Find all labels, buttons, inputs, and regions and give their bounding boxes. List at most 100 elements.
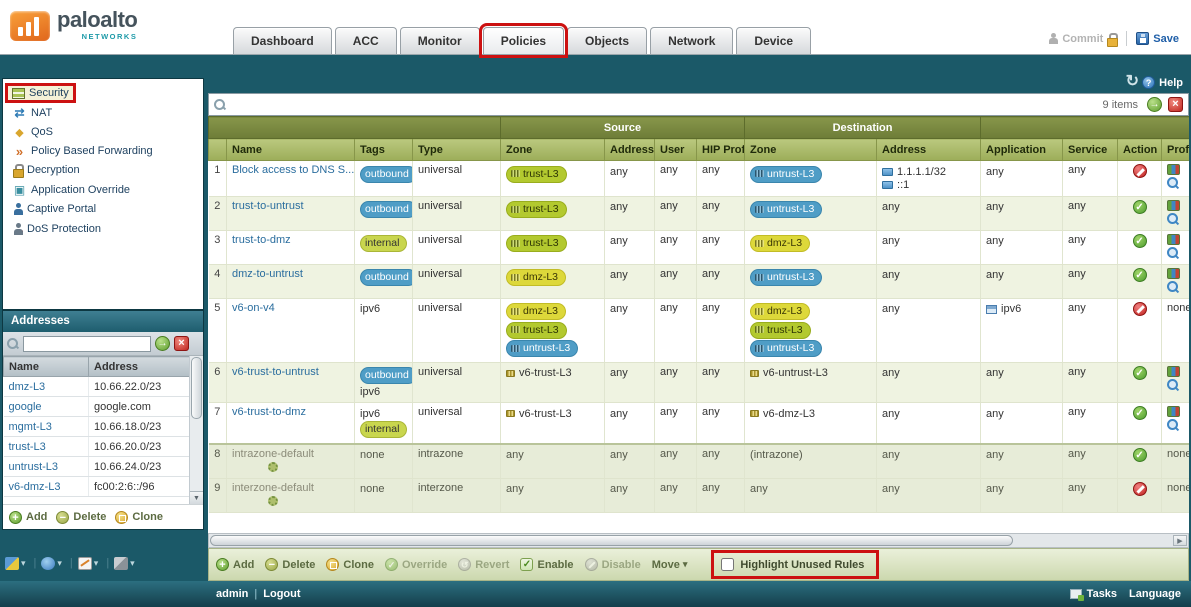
rule-row[interactable]: 9interzone-defaultnoneinterzoneanyanyany… <box>209 478 1190 512</box>
zones-menu-button[interactable]: ▾ <box>5 557 29 570</box>
sidebar-item-application-override[interactable]: Application Override <box>3 181 203 200</box>
address-row[interactable]: dmz-L310.66.22.0/23 <box>4 377 191 397</box>
add-button[interactable]: Add <box>9 511 47 524</box>
rule-row[interactable]: 4dmz-to-untrustoutbounduniversaldmz-L3an… <box>209 264 1190 298</box>
column-header-address[interactable]: Address <box>605 139 655 161</box>
tab-device[interactable]: Device <box>736 27 811 54</box>
column-header-address[interactable]: Address <box>877 139 981 161</box>
gear-icon[interactable] <box>268 496 278 506</box>
security-profiles-icon[interactable] <box>1167 200 1180 211</box>
address-row[interactable]: v6-dmz-L3fc00:2:6::/96 <box>4 477 191 497</box>
tab-acc[interactable]: ACC <box>335 27 397 54</box>
magnifier-icon[interactable] <box>1167 379 1180 392</box>
horizontal-scrollbar[interactable]: ▶ <box>208 533 1189 548</box>
scroll-down-arrow-icon[interactable]: ▼ <box>190 491 203 504</box>
column-header-service[interactable]: Service <box>1063 139 1118 161</box>
magnifier-icon[interactable] <box>1167 177 1180 190</box>
sidebar-item-nat[interactable]: NAT <box>3 104 203 123</box>
column-header-zone[interactable]: Zone <box>745 139 877 161</box>
column-header-type[interactable]: Type <box>413 139 501 161</box>
tab-monitor[interactable]: Monitor <box>400 27 480 54</box>
sidebar-item-dos-protection[interactable]: DoS Protection <box>3 220 203 240</box>
column-header-name[interactable]: Name <box>227 139 355 161</box>
language-button[interactable]: Language <box>1129 588 1181 600</box>
clear-filter-button[interactable] <box>174 336 189 351</box>
column-header-user[interactable]: User <box>655 139 697 161</box>
deny-icon[interactable] <box>1133 302 1147 316</box>
deny-icon[interactable] <box>1133 482 1147 496</box>
security-profiles-icon[interactable] <box>1167 164 1180 175</box>
allow-icon[interactable] <box>1133 406 1147 420</box>
column-header-action[interactable]: Action <box>1118 139 1162 161</box>
save-button[interactable]: Save <box>1136 32 1179 45</box>
zone-badge[interactable]: dmz-L3 <box>750 303 810 320</box>
rule-name-link[interactable]: v6-trust-to-untrust <box>232 366 319 378</box>
add-button[interactable]: Add <box>216 558 254 571</box>
commit-button[interactable]: Commit <box>1049 33 1117 45</box>
scrollbar-thumb[interactable] <box>191 357 202 419</box>
rule-row[interactable]: 5v6-on-v4ipv6universaldmz-L3trust-L3untr… <box>209 298 1190 362</box>
zone-badge[interactable]: untrust-L3 <box>750 201 822 218</box>
rule-name-link[interactable]: intrazone-default <box>232 448 314 460</box>
apply-filter-button[interactable] <box>155 336 170 351</box>
apply-filter-button[interactable] <box>1147 97 1162 112</box>
magnifier-icon[interactable] <box>1167 281 1180 294</box>
column-header-application[interactable]: Application <box>981 139 1063 161</box>
delete-button[interactable]: Delete <box>56 511 106 524</box>
zone-badge[interactable]: dmz-L3 <box>506 303 566 320</box>
address-row[interactable]: trust-L310.66.20.0/23 <box>4 437 191 457</box>
security-profiles-icon[interactable] <box>1167 366 1180 377</box>
allow-icon[interactable] <box>1133 448 1147 462</box>
zone-badge[interactable]: untrust-L3 <box>750 269 822 286</box>
rule-row[interactable]: 6v6-trust-to-untrustoutboundipv6universa… <box>209 362 1190 403</box>
tab-dashboard[interactable]: Dashboard <box>233 27 332 54</box>
tasks-button[interactable]: Tasks <box>1070 588 1117 600</box>
allow-icon[interactable] <box>1133 268 1147 282</box>
address-row[interactable]: untrust-L310.66.24.0/23 <box>4 457 191 477</box>
column-header-hip-profile[interactable]: HIP Profile <box>697 139 745 161</box>
enable-button[interactable]: Enable <box>520 558 573 571</box>
security-profiles-icon[interactable] <box>1167 406 1180 417</box>
rule-name-link[interactable]: dmz-to-untrust <box>232 268 303 280</box>
address-row[interactable]: googlegoogle.com <box>4 397 191 417</box>
allow-icon[interactable] <box>1133 234 1147 248</box>
magnifier-icon[interactable] <box>1167 247 1180 260</box>
move-button[interactable]: Move▾ <box>652 559 688 571</box>
rule-row[interactable]: 1Block access to DNS S...outboundunivers… <box>209 161 1190 197</box>
logout-link[interactable]: Logout <box>263 588 300 600</box>
magnifier-icon[interactable] <box>1167 419 1180 432</box>
addresses-search-input[interactable] <box>23 336 151 352</box>
allow-icon[interactable] <box>1133 200 1147 214</box>
sidebar-item-policy-based-forwarding[interactable]: Policy Based Forwarding <box>3 142 203 161</box>
globe-menu-button[interactable]: ▾ <box>41 557 65 570</box>
gear-icon[interactable] <box>268 462 278 472</box>
rule-row[interactable]: 3trust-to-dmzinternaluniversaltrust-L3an… <box>209 230 1190 264</box>
column-header-zone[interactable]: Zone <box>501 139 605 161</box>
zone-badge[interactable]: dmz-L3 <box>750 235 810 252</box>
tab-objects[interactable]: Objects <box>567 27 647 54</box>
zone-badge[interactable]: trust-L3 <box>506 235 567 252</box>
help-button[interactable]: Help <box>1142 76 1183 89</box>
rule-name-link[interactable]: trust-to-dmz <box>232 234 291 246</box>
column-header-tags[interactable]: Tags <box>355 139 413 161</box>
refresh-icon[interactable]: ↻ <box>1126 74 1139 90</box>
edit-menu-button[interactable]: ▾ <box>78 557 102 570</box>
tag-badge[interactable]: internal <box>360 235 407 252</box>
magnifier-icon[interactable] <box>1167 213 1180 226</box>
scroll-right-arrow-icon[interactable]: ▶ <box>1173 535 1187 546</box>
sidebar-item-captive-portal[interactable]: Captive Portal <box>3 200 203 220</box>
clone-button[interactable]: Clone <box>115 511 163 524</box>
highlight-unused-rules-checkbox[interactable] <box>721 558 734 571</box>
tag-badge[interactable]: outbound <box>360 367 413 384</box>
tag-badge[interactable]: outbound <box>360 269 413 286</box>
sidebar-item-security[interactable]: Security <box>3 84 203 104</box>
sidebar-item-qos[interactable]: QoS <box>3 123 203 142</box>
rule-row[interactable]: 2trust-to-untrustoutbounduniversaltrust-… <box>209 196 1190 230</box>
zone-badge[interactable]: trust-L3 <box>506 166 567 183</box>
zone-badge[interactable]: trust-L3 <box>506 201 567 218</box>
column-header-name[interactable]: Name <box>4 357 89 377</box>
column-header-num[interactable] <box>209 139 227 161</box>
address-row[interactable]: mgmt-L310.66.18.0/23 <box>4 417 191 437</box>
scrollbar-thumb[interactable] <box>210 535 1013 546</box>
column-header-profile[interactable]: Profile <box>1162 139 1189 161</box>
